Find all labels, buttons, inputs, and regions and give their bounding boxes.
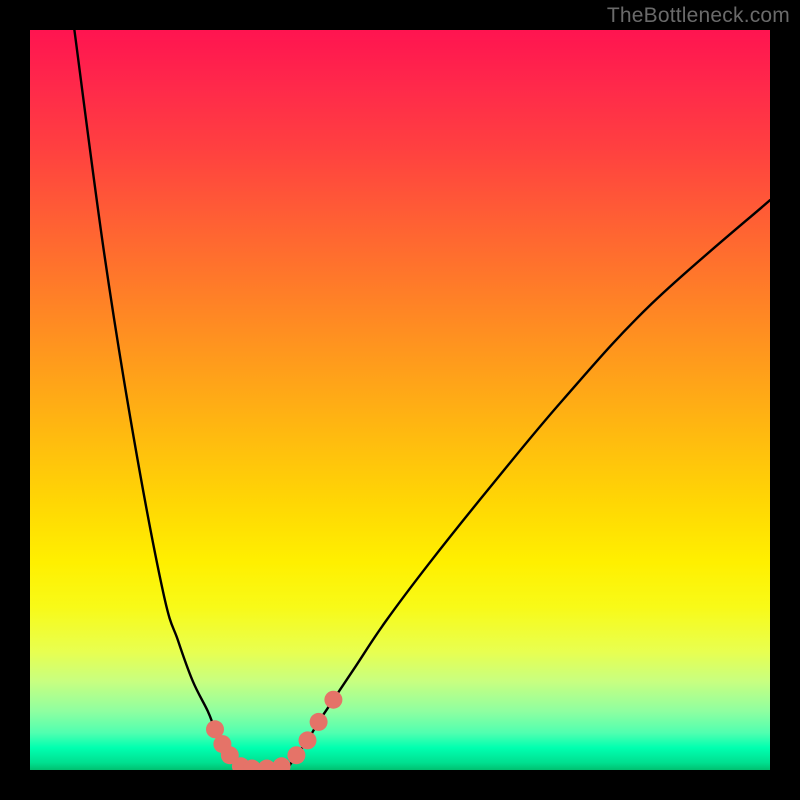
data-marker [232,757,250,770]
data-marker [221,746,239,764]
data-marker [213,735,231,753]
curve-layer [30,30,770,770]
data-marker [324,691,342,709]
data-marker [299,731,317,749]
plot-area [30,30,770,770]
data-marker [273,757,291,770]
data-marker [243,760,261,770]
data-marker [287,746,305,764]
data-marker [206,720,224,738]
bottleneck-curve [74,30,770,769]
chart-frame: TheBottleneck.com [0,0,800,800]
data-marker [258,760,276,770]
watermark-text: TheBottleneck.com [607,4,790,28]
data-marker [310,713,328,731]
